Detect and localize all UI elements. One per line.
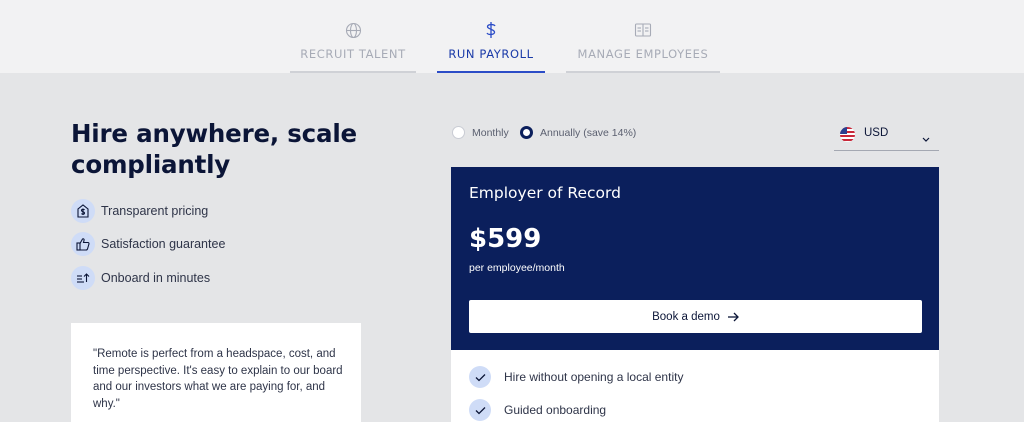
- tab-label: RUN PAYROLL: [448, 47, 534, 61]
- feature-transparent-pricing: Transparent pricing: [71, 199, 208, 223]
- book-demo-button[interactable]: Book a demo: [469, 300, 922, 333]
- globe-icon: [343, 20, 363, 40]
- id-card-icon: [633, 20, 653, 40]
- feature-onboard-in-minutes: Onboard in minutes: [71, 266, 210, 290]
- billing-annually-option[interactable]: Annually (save 14%): [520, 126, 636, 139]
- headline-line-2: compliantly: [71, 150, 231, 179]
- tab-recruit-talent[interactable]: RECRUIT TALENT: [290, 0, 416, 73]
- arrow-right-icon: [727, 312, 739, 322]
- radio-label: Monthly: [472, 126, 509, 139]
- product-tabs: RECRUIT TALENT RUN PAYROLL MANAGE EMPLOY…: [0, 0, 1024, 73]
- tab-label: MANAGE EMPLOYEES: [577, 47, 709, 61]
- check-icon: [469, 366, 491, 388]
- tab-manage-employees[interactable]: MANAGE EMPLOYEES: [566, 0, 720, 73]
- feature-label: Transparent pricing: [101, 204, 209, 218]
- dollar-icon: [481, 20, 501, 40]
- plan-feature: Guided onboarding: [469, 399, 606, 421]
- page-title: Hire anywhere, scale compliantly: [71, 118, 411, 180]
- tab-run-payroll[interactable]: RUN PAYROLL: [437, 0, 545, 73]
- plan-feature-label: Guided onboarding: [504, 403, 607, 417]
- testimonial-card: "Remote is perfect from a headspace, cos…: [71, 323, 361, 422]
- monthly-radio[interactable]: [452, 126, 465, 139]
- tab-label: RECRUIT TALENT: [300, 47, 406, 61]
- annually-radio[interactable]: [520, 126, 533, 139]
- book-demo-label: Book a demo: [652, 310, 720, 323]
- pricing-card-features: Hire without opening a local entity Guid…: [451, 350, 939, 422]
- plan-feature: Hire without opening a local entity: [469, 366, 683, 388]
- testimonial-text: "Remote is perfect from a headspace, cos…: [93, 348, 343, 410]
- check-icon: [469, 399, 491, 421]
- thumbs-up-icon: [71, 232, 95, 256]
- chevron-down-icon: [921, 130, 931, 148]
- radio-label: Annually (save 14%): [540, 126, 637, 139]
- currency-value: USD: [864, 127, 889, 139]
- feature-label: Satisfaction guarantee: [101, 237, 226, 251]
- price-tag-icon: [71, 199, 95, 223]
- plan-feature-label: Hire without opening a local entity: [504, 370, 684, 384]
- feature-label: Onboard in minutes: [101, 271, 211, 285]
- plan-price-unit: per employee/month: [469, 262, 565, 274]
- billing-monthly-option[interactable]: Monthly: [452, 126, 509, 139]
- us-flag-icon: [840, 127, 855, 142]
- headline-line-1: Hire anywhere, scale: [71, 119, 357, 148]
- plan-title: Employer of Record: [469, 184, 621, 202]
- tab-underline: [437, 71, 545, 73]
- tab-underline: [290, 71, 416, 73]
- plan-price: $599: [469, 224, 542, 254]
- pricing-card-header: Employer of Record $599 per employee/mon…: [451, 167, 939, 350]
- currency-select[interactable]: USD: [834, 122, 939, 151]
- tab-underline: [566, 71, 720, 73]
- feature-satisfaction-guarantee: Satisfaction guarantee: [71, 232, 225, 256]
- list-arrow-up-icon: [71, 266, 95, 290]
